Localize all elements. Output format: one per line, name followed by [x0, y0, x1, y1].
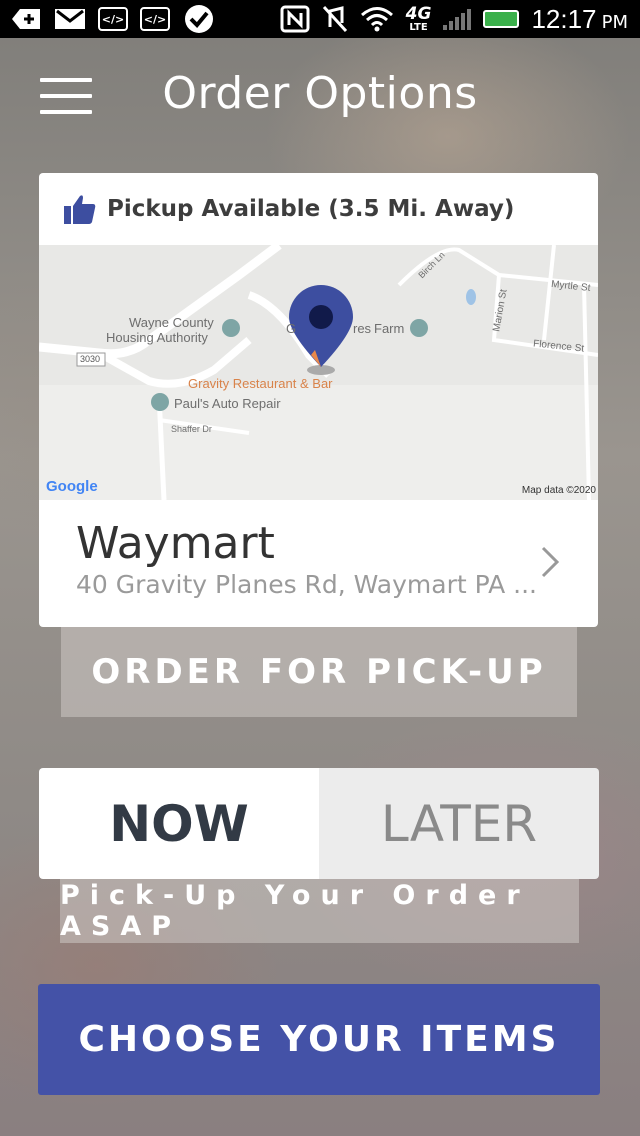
- network-indicator: 4G LTE: [405, 3, 432, 33]
- map-label-wayne-2: Housing Authority: [106, 330, 208, 345]
- status-bar: </> </> 4G LTE 12:17 PM: [0, 0, 640, 38]
- add-notification-icon: [12, 9, 40, 29]
- signal-icon: [443, 8, 472, 30]
- clock-ampm: PM: [601, 11, 628, 33]
- mute-icon: [322, 5, 347, 33]
- clock-time: 12:17: [531, 3, 597, 34]
- check-badge-icon: [185, 5, 213, 33]
- availability-text: Pickup Available (3.5 Mi. Away): [107, 196, 515, 222]
- map[interactable]: Wayne County Housing Authority G res Far…: [39, 245, 598, 500]
- page-title: Order Options: [162, 68, 478, 119]
- code-icon-2: </>: [140, 7, 170, 31]
- code-icon: </>: [98, 7, 128, 31]
- location-address: 40 Gravity Planes Rd, Waymart PA ...: [76, 570, 537, 599]
- map-label-farm: Farm: [374, 321, 405, 336]
- later-option[interactable]: LATER: [319, 768, 599, 879]
- battery-icon: [483, 10, 520, 28]
- map-label-wayne-1: Wayne County: [129, 315, 214, 330]
- nfc-icon: [280, 5, 310, 33]
- timing-description: Pick-Up Your Order ASAP: [60, 879, 579, 943]
- timing-toggle: NOW LATER: [39, 768, 599, 879]
- map-label-shaffer: Shaffer Dr: [171, 424, 212, 434]
- network-sub-label: LTE: [409, 21, 428, 33]
- network-label: 4G: [405, 3, 432, 24]
- map-roads: [39, 245, 598, 500]
- map-label-farm-prefix: G: [286, 321, 297, 336]
- map-data-credit: Map data ©2020: [521, 485, 596, 496]
- gmail-icon: [55, 9, 85, 29]
- order-for-pickup-button[interactable]: ORDER FOR PICK-UP: [61, 627, 577, 717]
- location-row[interactable]: Waymart 40 Gravity Planes Rd, Waymart PA…: [39, 500, 598, 627]
- availability-header: Pickup Available (3.5 Mi. Away): [39, 173, 598, 245]
- location-name: Waymart: [76, 518, 275, 569]
- map-label-farm-mid: res: [353, 321, 372, 336]
- google-logo: Google: [46, 478, 98, 495]
- map-label-3030: 3030: [80, 354, 101, 364]
- clock: 12:17 PM: [531, 4, 628, 35]
- map-label-auto-repair: Paul's Auto Repair: [174, 396, 281, 411]
- map-label-restaurant: Gravity Restaurant & Bar: [188, 376, 333, 391]
- wifi-icon: [360, 7, 393, 32]
- pickup-location-card: Pickup Available (3.5 Mi. Away) Wayne Co…: [39, 173, 598, 627]
- chevron-right-icon: [541, 546, 560, 578]
- thumbs-up-icon: [64, 195, 96, 224]
- now-option[interactable]: NOW: [39, 768, 319, 879]
- choose-items-button[interactable]: CHOOSE YOUR ITEMS: [38, 984, 600, 1095]
